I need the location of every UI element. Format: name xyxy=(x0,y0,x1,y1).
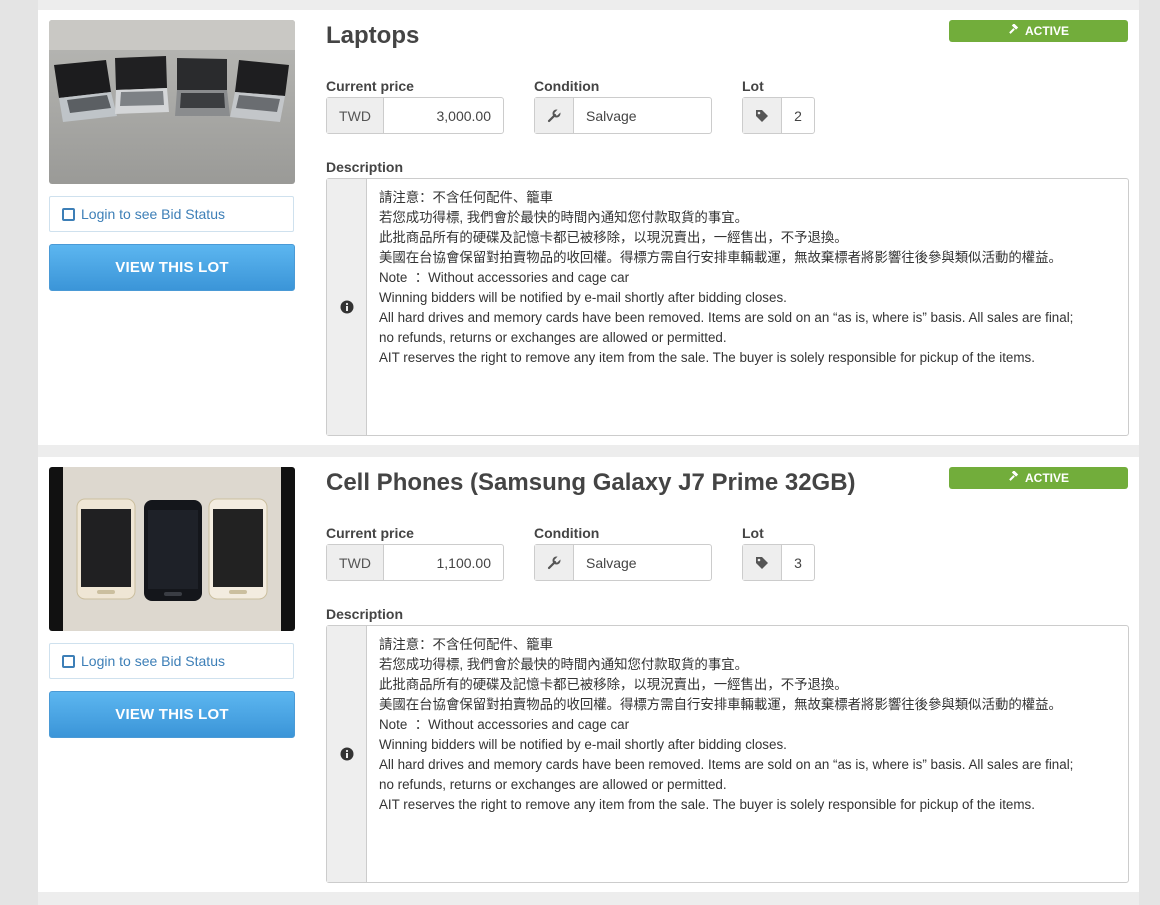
description-line: AIT reserves the right to remove any ite… xyxy=(379,797,1035,812)
currency-addon: TWD xyxy=(327,98,384,133)
wrench-icon xyxy=(535,545,574,580)
description-line: Note ：Without accessories and cage car xyxy=(379,717,630,732)
lot-field: 2 xyxy=(742,97,815,134)
lot-number: 2 xyxy=(794,107,802,124)
condition-field: Salvage xyxy=(534,544,712,581)
description-line: Winning bidders will be notified by e-ma… xyxy=(379,737,787,752)
bid-status-text: Login to see Bid Status xyxy=(81,206,225,222)
description-line: no refunds, returns or exchanges are all… xyxy=(379,777,727,792)
description-line: 此批商品所有的硬碟及記憶卡都已被移除，以現況賣出，一經售出，不予退換。 xyxy=(379,230,848,245)
condition-label: Condition xyxy=(534,78,600,94)
lot-number: 3 xyxy=(794,554,802,571)
description-line: AIT reserves the right to remove any ite… xyxy=(379,350,1035,365)
lot-title: Laptops xyxy=(326,22,420,49)
current-price-field: TWD 3,000.00 xyxy=(326,97,504,134)
lot-image-laptops[interactable] xyxy=(49,20,295,184)
description-line: 若您成功得標, 我們會於最快的時間內通知您付款取貨的事宜。 xyxy=(379,210,748,225)
condition-field: Salvage xyxy=(534,97,712,134)
condition-label: Condition xyxy=(534,525,600,541)
square-checkbox-icon xyxy=(62,207,75,221)
status-badge-label: ACTIVE xyxy=(1024,471,1069,485)
description-line: no refunds, returns or exchanges are all… xyxy=(379,330,727,345)
description-line: 請注意：不含任何配件、籠車 xyxy=(379,190,554,205)
description-text: 請注意：不含任何配件、籠車 若您成功得標, 我們會於最快的時間內通知您付款取貨的… xyxy=(367,179,1073,435)
wrench-icon xyxy=(535,98,574,133)
condition-value: Salvage xyxy=(586,107,637,124)
tag-icon xyxy=(743,545,782,580)
status-badge: ACTIVE xyxy=(949,20,1128,42)
price-value: 1,100.00 xyxy=(436,554,492,571)
tag-icon xyxy=(743,98,782,133)
current-price-label: Current price xyxy=(326,78,414,94)
description-line: 美國在台協會保留對拍賣物品的收回權。得標方需自行安排車輛載運，無故棄標者將影響往… xyxy=(379,697,1062,712)
status-badge: ACTIVE xyxy=(949,467,1128,489)
lot-card: Login to see Bid Status VIEW THIS LOT La… xyxy=(38,10,1139,445)
info-icon xyxy=(327,179,367,435)
gavel-icon xyxy=(1008,22,1020,39)
lot-image-cell-phones[interactable] xyxy=(49,467,295,631)
lot-label: Lot xyxy=(742,525,764,541)
price-value: 3,000.00 xyxy=(436,107,492,124)
lot-label: Lot xyxy=(742,78,764,94)
lot-field: 3 xyxy=(742,544,815,581)
bid-status-text: Login to see Bid Status xyxy=(81,653,225,669)
view-lot-button[interactable]: VIEW THIS LOT xyxy=(49,244,295,291)
current-price-field: TWD 1,100.00 xyxy=(326,544,504,581)
lot-card: Login to see Bid Status VIEW THIS LOT Ce… xyxy=(38,457,1139,892)
condition-value: Salvage xyxy=(586,554,637,571)
current-price-label: Current price xyxy=(326,525,414,541)
square-checkbox-icon xyxy=(62,654,75,668)
description-box: 請注意：不含任何配件、籠車 若您成功得標, 我們會於最快的時間內通知您付款取貨的… xyxy=(326,625,1129,883)
description-line: 美國在台協會保留對拍賣物品的收回權。得標方需自行安排車輛載運，無故棄標者將影響往… xyxy=(379,250,1062,265)
status-badge-label: ACTIVE xyxy=(1024,24,1069,38)
bid-status-link[interactable]: Login to see Bid Status xyxy=(49,643,294,679)
description-line: All hard drives and memory cards have be… xyxy=(379,310,1074,325)
description-line: 此批商品所有的硬碟及記憶卡都已被移除，以現況賣出，一經售出，不予退換。 xyxy=(379,677,848,692)
description-line: 請注意：不含任何配件、籠車 xyxy=(379,637,554,652)
bid-status-link[interactable]: Login to see Bid Status xyxy=(49,196,294,232)
view-lot-button[interactable]: VIEW THIS LOT xyxy=(49,691,295,738)
currency-addon: TWD xyxy=(327,545,384,580)
lot-title: Cell Phones (Samsung Galaxy J7 Prime 32G… xyxy=(326,469,856,496)
description-text: 請注意：不含任何配件、籠車 若您成功得標, 我們會於最快的時間內通知您付款取貨的… xyxy=(367,626,1073,882)
info-icon xyxy=(327,626,367,882)
description-label: Description xyxy=(326,606,404,622)
description-line: All hard drives and memory cards have be… xyxy=(379,757,1074,772)
description-line: Note ：Without accessories and cage car xyxy=(379,270,630,285)
description-label: Description xyxy=(326,159,404,175)
description-line: Winning bidders will be notified by e-ma… xyxy=(379,290,787,305)
description-line: 若您成功得標, 我們會於最快的時間內通知您付款取貨的事宜。 xyxy=(379,657,748,672)
gavel-icon xyxy=(1008,469,1020,486)
description-box: 請注意：不含任何配件、籠車 若您成功得標, 我們會於最快的時間內通知您付款取貨的… xyxy=(326,178,1129,436)
